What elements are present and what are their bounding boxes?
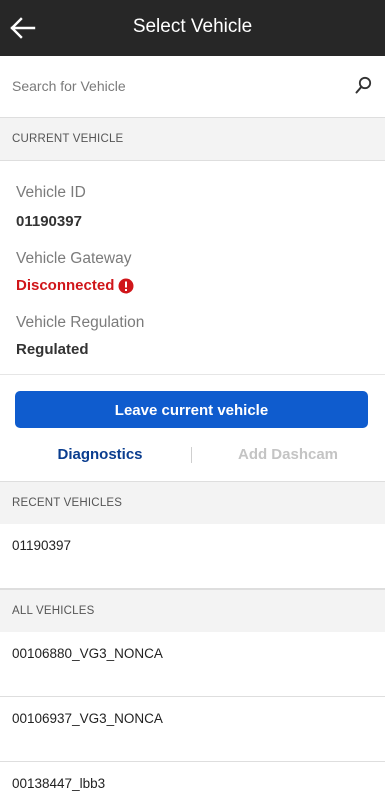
search-bar xyxy=(0,56,385,118)
page-title: Select Vehicle xyxy=(132,16,253,37)
vehicle-id-value: 01190397 xyxy=(16,213,82,230)
add-dashcam-button[interactable]: Add Dashcam xyxy=(198,446,378,463)
gateway-status-value: Disconnected xyxy=(16,277,115,294)
diagnostics-button[interactable]: Diagnostics xyxy=(10,446,190,463)
app-header: Select Vehicle xyxy=(0,0,385,56)
divider xyxy=(0,374,385,375)
vertical-divider xyxy=(191,447,192,463)
vehicle-regulation-label: Vehicle Regulation xyxy=(16,314,145,331)
section-title: CURRENT VEHICLE xyxy=(12,133,124,145)
alert-icon xyxy=(118,278,134,294)
vehicle-name: 00106880_VG3_NONCA xyxy=(12,646,163,661)
vehicle-gateway-label: Vehicle Gateway xyxy=(16,250,132,267)
vehicle-name: 01190397 xyxy=(12,538,72,553)
vehicle-name: 00106937_VG3_NONCA xyxy=(12,711,163,726)
leave-vehicle-button[interactable]: Leave current vehicle xyxy=(15,391,368,428)
list-item[interactable]: 00138447_lbb3 xyxy=(0,762,385,793)
section-title: ALL VEHICLES xyxy=(12,605,95,617)
current-vehicle-header: CURRENT VEHICLE xyxy=(0,117,385,161)
vehicle-regulation-value: Regulated xyxy=(16,341,89,358)
search-input[interactable] xyxy=(12,74,342,98)
list-item[interactable]: 00106880_VG3_NONCA xyxy=(0,632,385,697)
recent-vehicles-header: RECENT VEHICLES xyxy=(0,481,385,525)
search-icon[interactable] xyxy=(355,76,373,96)
all-vehicles-header: ALL VEHICLES xyxy=(0,589,385,633)
section-title: RECENT VEHICLES xyxy=(12,497,123,509)
vehicle-id-label: Vehicle ID xyxy=(16,184,86,201)
list-item[interactable]: 01190397 xyxy=(0,524,385,589)
list-item[interactable]: 00106937_VG3_NONCA xyxy=(0,697,385,762)
vehicle-name: 00138447_lbb3 xyxy=(12,776,106,791)
